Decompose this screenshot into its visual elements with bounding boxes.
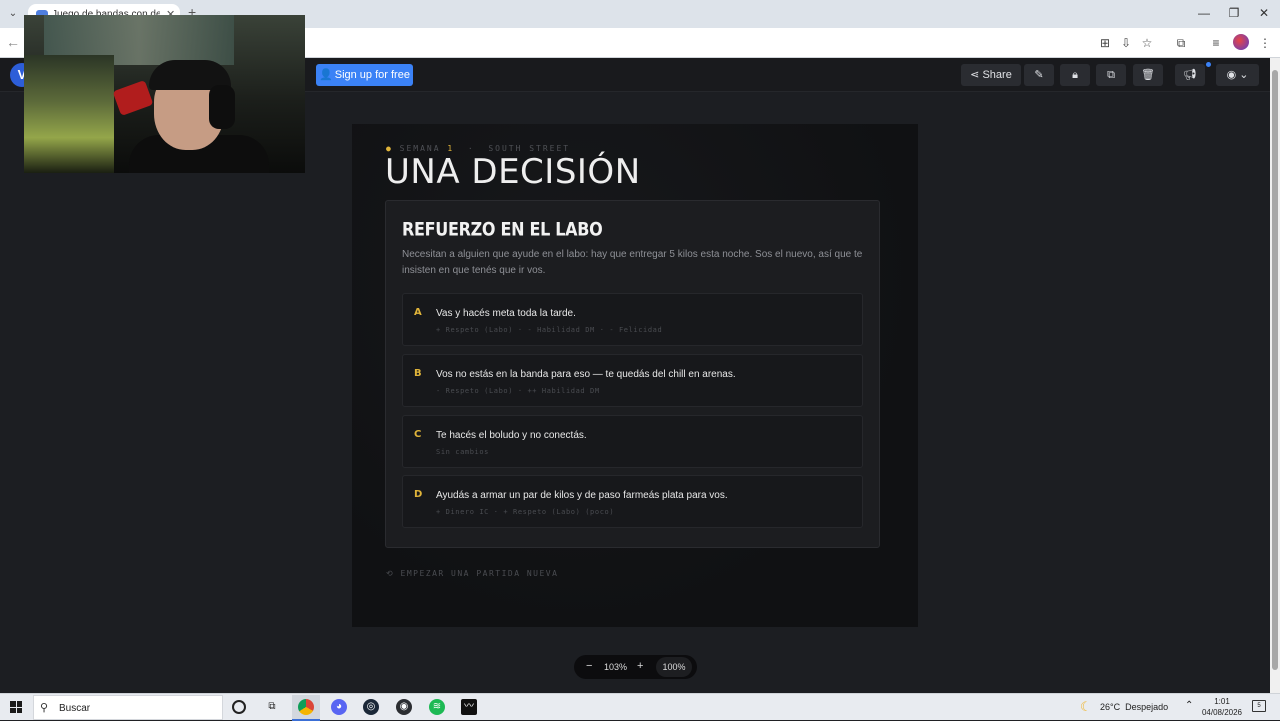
option-b[interactable]: B Vos no estás en la banda para eso — te…	[402, 354, 863, 407]
duplicate-button[interactable]: ⧉	[1096, 64, 1126, 86]
option-d[interactable]: D Ayudás a armar un par de kilos y de pa…	[402, 475, 863, 528]
option-text: Ayudás a armar un par de kilos y de paso…	[436, 490, 728, 501]
scenario-description: Necesitan a alguien que ayude en el labo…	[402, 249, 863, 276]
tab-search-dropdown-icon[interactable]: ⌄	[4, 6, 22, 22]
browser-profile-avatar[interactable]	[1233, 34, 1249, 50]
option-effects: - Respeto (Labo) · ++ Habilidad DM	[436, 387, 600, 395]
signup-button[interactable]: 👤 Sign up for free	[316, 64, 413, 86]
reading-list-icon[interactable]: ≡	[1207, 34, 1225, 52]
option-letter: A	[414, 307, 422, 318]
pencil-icon: ✎	[1034, 69, 1044, 81]
page-title: UNA DECISIÓN	[385, 152, 641, 192]
obs-icon[interactable]: ◉	[396, 699, 412, 715]
share-icon: ⋖	[970, 69, 983, 81]
lock-icon: 🔒︎	[1072, 69, 1078, 81]
clock-time: 1:01	[1214, 697, 1230, 706]
system-clock[interactable]: 1:01 04/08/2026	[1200, 696, 1244, 718]
page-scrollbar[interactable]	[1270, 58, 1280, 693]
trash-icon: 🗑︎	[1141, 69, 1155, 81]
signup-label: Sign up for free	[334, 69, 410, 81]
zoom-out-button[interactable]: −	[586, 660, 592, 672]
notification-dot	[1206, 62, 1211, 67]
browser-menu-icon[interactable]: ⋮	[1256, 34, 1274, 52]
game-card: ● SEMANA 1 · SOUTH STREET UNA DECISIÓN R…	[352, 124, 918, 627]
webcam-red-object	[112, 79, 154, 117]
chrome-icon[interactable]	[298, 699, 314, 715]
steam-icon[interactable]: ◎	[363, 699, 379, 715]
user-menu-button[interactable]: ◉ ⌄	[1216, 64, 1259, 86]
webcam-headset	[209, 85, 235, 129]
windows-start-icon[interactable]	[10, 701, 22, 713]
clock-date: 04/08/2026	[1201, 708, 1243, 717]
option-effects: Sin cambios	[436, 448, 489, 456]
tray-expand-icon[interactable]: ⌃	[1185, 700, 1193, 711]
zoom-level: 103%	[604, 662, 628, 672]
option-a[interactable]: A Vas y hacés meta toda la tarde. + Resp…	[402, 293, 863, 346]
translate-icon[interactable]: ⊞	[1096, 34, 1114, 52]
share-label: Share	[982, 69, 1012, 81]
share-button[interactable]: ⋖ Share	[961, 64, 1021, 86]
option-letter: C	[414, 429, 422, 440]
install-app-icon[interactable]: ⇩	[1117, 34, 1135, 52]
option-text: Te hacés el boludo y no conectás.	[436, 430, 587, 441]
add-user-icon: 👤	[319, 69, 333, 81]
scrollbar-thumb[interactable]	[1272, 70, 1278, 670]
window-close-icon[interactable]: ✕	[1254, 5, 1274, 21]
webcam-overlay	[24, 15, 305, 173]
zoom-reset-button[interactable]: 100%	[656, 657, 692, 677]
weather-temp: 26°C	[1100, 702, 1121, 712]
announce-button[interactable]: 📢︎	[1175, 64, 1205, 86]
option-letter: B	[414, 368, 422, 379]
weather-widget[interactable]: 26°C Despejado	[1100, 702, 1168, 712]
duplicate-icon: ⧉	[1107, 69, 1115, 81]
streaming-app-icon[interactable]: 〰	[461, 699, 477, 715]
search-placeholder: Buscar	[59, 703, 91, 714]
webcam-shelf	[24, 55, 114, 173]
back-arrow-icon[interactable]: ←	[6, 34, 20, 50]
taskbar-search[interactable]: ⚲ Buscar	[33, 695, 223, 720]
cortana-icon[interactable]	[232, 700, 246, 714]
megaphone-icon: 📢︎	[1183, 69, 1197, 81]
search-icon: ⚲	[40, 702, 49, 714]
zoom-control: − 103% + 100%	[574, 655, 697, 679]
lock-button[interactable]: 🔒︎	[1060, 64, 1090, 86]
moon-weather-icon[interactable]: ☾	[1080, 699, 1092, 715]
bookmark-star-icon[interactable]: ☆	[1138, 34, 1156, 52]
user-icon: ◉ ⌄	[1226, 69, 1249, 81]
zoom-in-button[interactable]: +	[637, 660, 643, 672]
task-view-icon[interactable]: ⧉	[264, 699, 280, 715]
restart-game-link[interactable]: ⟲ EMPEZAR UNA PARTIDA NUEVA	[386, 569, 558, 578]
extensions-icon[interactable]: ⧉	[1172, 34, 1190, 52]
notification-center-icon[interactable]: 5	[1252, 700, 1266, 712]
option-effects: + Respeto (Labo) · - Habilidad DM · - Fe…	[436, 326, 663, 334]
option-effects: + Dinero IC · + Respeto (Labo) (poco)	[436, 508, 615, 516]
os-taskbar: ⚲ Buscar ⧉ ◕ ◎ ◉ ≋ 〰 ☾ 26°C Despejado ⌃ …	[0, 693, 1280, 721]
minimize-icon[interactable]: —	[1194, 5, 1214, 21]
option-text: Vos no estás en la banda para eso — te q…	[436, 369, 736, 380]
edit-button[interactable]: ✎	[1024, 64, 1054, 86]
restore-icon[interactable]: ❐	[1224, 5, 1244, 21]
option-letter: D	[414, 489, 423, 500]
delete-button[interactable]: 🗑︎	[1133, 64, 1163, 86]
weather-desc: Despejado	[1125, 702, 1169, 712]
scenario-panel: REFUERZO EN EL LABO Necesitan a alguien …	[385, 200, 880, 548]
option-c[interactable]: C Te hacés el boludo y no conectás. Sin …	[402, 415, 863, 468]
scenario-title: REFUERZO EN EL LABO	[402, 218, 603, 240]
option-text: Vas y hacés meta toda la tarde.	[436, 308, 576, 319]
discord-icon[interactable]: ◕	[331, 699, 347, 715]
spotify-icon[interactable]: ≋	[429, 699, 445, 715]
